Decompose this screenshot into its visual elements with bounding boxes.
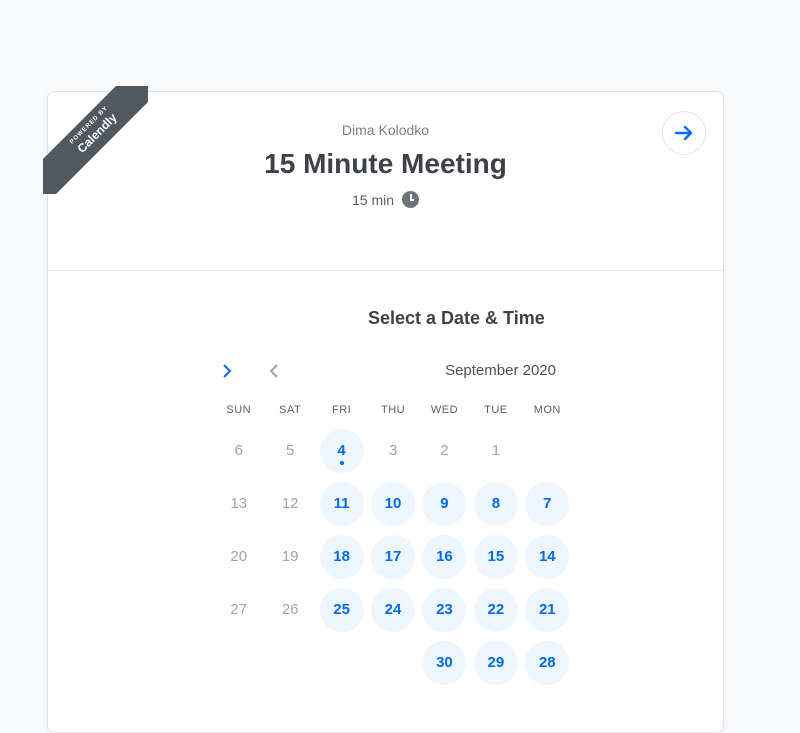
- day-unavailable: 20: [230, 548, 248, 565]
- chevron-left-icon: [269, 364, 278, 378]
- chevron-right-icon: [223, 364, 232, 378]
- day-cell: 11: [316, 481, 367, 526]
- day-cell: 12: [264, 482, 315, 526]
- calendly-logo: Calendly: [74, 110, 120, 156]
- weekday-header: MON TUE WED THU FRI SAT SUN: [213, 404, 573, 424]
- day-available[interactable]: 16: [422, 534, 467, 579]
- event-duration: 15 min: [48, 191, 723, 208]
- clock-icon: [402, 191, 420, 208]
- day-available[interactable]: 18: [319, 534, 364, 579]
- day-cell: 24: [367, 587, 418, 632]
- day-available[interactable]: 30: [422, 640, 467, 685]
- day-cell: 27: [213, 588, 264, 632]
- calendar-week: 14 15 16 17 18 19 20: [213, 530, 573, 583]
- day-available[interactable]: 29: [473, 640, 518, 685]
- day-cell: 30: [419, 640, 470, 685]
- day-cell: 13: [213, 482, 264, 526]
- day-available[interactable]: 7: [525, 481, 570, 526]
- day-available[interactable]: 8: [473, 481, 518, 526]
- day-unavailable: 1: [491, 442, 501, 459]
- day-cell: 21: [522, 587, 573, 632]
- weekday-mon: MON: [533, 404, 561, 416]
- calendar-grid: MON TUE WED THU FRI SAT SUN 1 2 3 4 5 6 7 8 9 10 11 12 13 1…: [213, 404, 573, 689]
- day-cell: 5: [264, 429, 315, 473]
- day-unavailable: 2: [440, 442, 449, 459]
- day-available[interactable]: 22: [473, 587, 518, 632]
- weekday-wed: WED: [430, 404, 459, 416]
- day-cell: 14: [522, 534, 573, 579]
- day-cell: 16: [419, 534, 470, 579]
- picker-title: Select a Date & Time: [368, 308, 545, 328]
- organizer-name: Dima Kolodko: [341, 122, 430, 138]
- day-cell: 8: [470, 481, 521, 526]
- day-unavailable: 26: [281, 601, 299, 618]
- weekday-sun: SUN: [226, 404, 252, 416]
- calendar-weeks: 1 2 3 4 5 6 7 8 9 10 11 12 13 14 15 16 17 18 19 20 21 22 23 24 2…: [213, 424, 573, 689]
- weekday-tue: TUE: [484, 404, 508, 416]
- event-title: 15 Minute Meeting: [264, 148, 507, 179]
- day-cell: 3: [367, 429, 418, 473]
- day-cell: 23: [419, 587, 470, 632]
- day-cell: 22: [470, 587, 521, 632]
- calendar-week: 28 29 30: [213, 636, 573, 689]
- day-cell: 19: [264, 535, 315, 579]
- day-available[interactable]: 10: [371, 481, 416, 526]
- day-cell: 15: [470, 534, 521, 579]
- day-cell: 9: [419, 481, 470, 526]
- day-cell: 20: [213, 535, 264, 579]
- day-cell: 7: [522, 481, 573, 526]
- day-available[interactable]: 28: [525, 640, 570, 685]
- month-navigation: September 2020: [216, 357, 556, 385]
- day-available[interactable]: 15: [473, 534, 518, 579]
- day-unavailable: 3: [388, 442, 398, 459]
- day-available[interactable]: 11: [319, 481, 364, 526]
- day-available[interactable]: 17: [371, 534, 416, 579]
- day-cell: 17: [367, 534, 418, 579]
- event-header: Dima Kolodko 15 Minute Meeting 15 min: [48, 92, 723, 271]
- day-available[interactable]: 9: [422, 481, 467, 526]
- next-month-button[interactable]: [216, 360, 238, 382]
- day-unavailable: 13: [230, 495, 248, 512]
- day-available[interactable]: 24: [371, 587, 416, 632]
- day-cell: 4: [316, 428, 367, 473]
- weekday-fri: FRI: [331, 404, 352, 416]
- day-cell: 18: [316, 534, 367, 579]
- day-cell: 25: [316, 587, 367, 632]
- day-cell: 2: [419, 429, 470, 473]
- day-cell: 10: [367, 481, 418, 526]
- day-available[interactable]: 25: [319, 587, 364, 632]
- weekday-sat: SAT: [279, 404, 302, 416]
- previous-month-button[interactable]: [263, 360, 285, 382]
- calendar-week: 1 2 3 4 5 6: [213, 424, 573, 477]
- day-unavailable: 6: [234, 442, 243, 459]
- day-cell: 26: [264, 588, 315, 632]
- calendar-week: 7 8 9 10 11 12 13: [213, 477, 573, 530]
- day-unavailable: 27: [230, 601, 248, 618]
- day-unavailable: 12: [281, 495, 299, 512]
- booking-card: Dima Kolodko 15 Minute Meeting 15 min Se…: [47, 91, 724, 733]
- weekday-thu: THU: [380, 404, 406, 416]
- calendar-week: 21 22 23 24 25 26 27: [213, 583, 573, 636]
- month-label: September 2020: [445, 362, 556, 379]
- day-available[interactable]: 4: [319, 428, 364, 473]
- day-available[interactable]: 21: [525, 587, 570, 632]
- day-unavailable: 5: [286, 442, 295, 459]
- day-available[interactable]: 23: [422, 587, 467, 632]
- day-cell: 28: [522, 640, 573, 685]
- day-available[interactable]: 14: [525, 534, 570, 579]
- day-cell: 6: [213, 429, 264, 473]
- day-cell: 29: [470, 640, 521, 685]
- duration-label: 15 min: [351, 191, 395, 208]
- day-cell: 1: [470, 429, 521, 473]
- day-unavailable: 19: [281, 548, 299, 565]
- powered-by-ribbon[interactable]: POWERED BY Calendly: [43, 86, 148, 194]
